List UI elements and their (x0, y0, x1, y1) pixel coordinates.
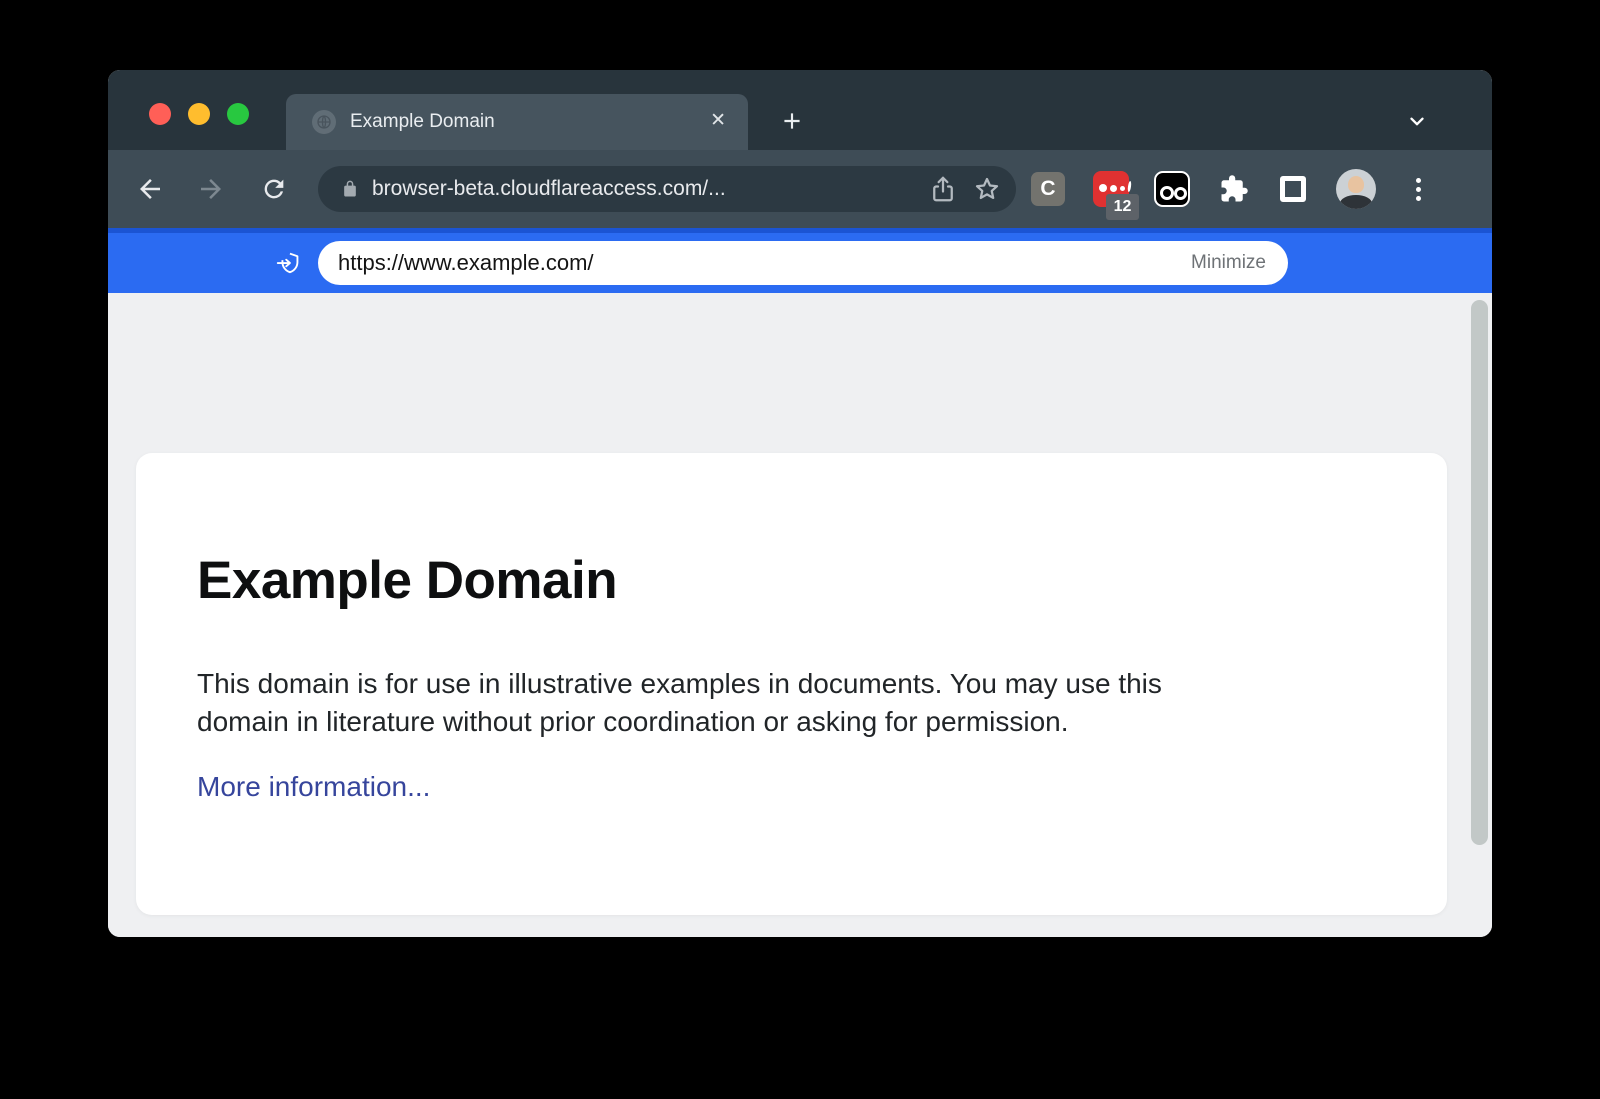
browser-window: Example Domain ✕ browser-be (108, 70, 1492, 937)
page-title: Example Domain (197, 550, 617, 611)
address-bar-url[interactable]: browser-beta.cloudflareaccess.com/... (372, 166, 726, 212)
tab-example-domain[interactable]: Example Domain ✕ (286, 94, 748, 150)
tab-close-icon[interactable]: ✕ (710, 94, 726, 150)
window-close-button[interactable] (149, 103, 171, 125)
lock-icon (340, 179, 360, 199)
reload-icon (260, 175, 288, 203)
extension-c-letter: C (1040, 177, 1055, 201)
address-bar[interactable]: browser-beta.cloudflareaccess.com/... (318, 166, 1016, 212)
paragraph-line-1: This domain is for use in illustrative e… (197, 665, 1162, 703)
tab-strip: Example Domain ✕ (108, 70, 1492, 150)
content-card: Example Domain This domain is for use in… (136, 453, 1447, 915)
more-information-link[interactable]: More information... (197, 771, 430, 803)
isolation-url-value[interactable]: https://www.example.com/ (338, 241, 594, 285)
reload-button[interactable] (254, 169, 294, 209)
browser-toolbar: browser-beta.cloudflareaccess.com/... C … (108, 150, 1492, 228)
minimize-button[interactable]: Minimize (1191, 241, 1266, 285)
window-zoom-button[interactable] (227, 103, 249, 125)
extensions-puzzle-icon[interactable] (1219, 174, 1249, 204)
new-tab-button[interactable] (776, 105, 808, 137)
page-paragraph: This domain is for use in illustrative e… (197, 665, 1162, 741)
isolation-url-input[interactable]: https://www.example.com/ Minimize (318, 241, 1288, 285)
page-viewport: Example Domain This domain is for use in… (108, 293, 1492, 937)
browser-menu-button[interactable] (1398, 169, 1438, 209)
paragraph-line-2: domain in literature without prior coord… (197, 703, 1162, 741)
bookmark-star-icon[interactable] (972, 174, 1002, 204)
isolation-url-bar: https://www.example.com/ Minimize (108, 228, 1492, 293)
shield-arrow-icon (274, 248, 304, 278)
extension-red-dots-icon[interactable]: 12 (1093, 171, 1129, 207)
back-button[interactable] (130, 169, 170, 209)
globe-favicon-icon (312, 110, 336, 134)
share-icon[interactable] (928, 174, 958, 204)
tab-search-button[interactable] (1401, 105, 1433, 137)
profile-avatar[interactable] (1336, 169, 1376, 209)
chevron-down-icon (1406, 110, 1428, 132)
forward-button[interactable] (191, 169, 231, 209)
window-minimize-button[interactable] (188, 103, 210, 125)
extension-circles-icon[interactable] (1154, 171, 1190, 207)
back-arrow-icon (135, 174, 165, 204)
extension-frame-icon[interactable] (1280, 176, 1306, 202)
desktop-background: Example Domain ✕ browser-be (0, 0, 1600, 1099)
forward-arrow-icon (196, 174, 226, 204)
extension-badge-count: 12 (1106, 194, 1139, 220)
vertical-scrollbar-thumb[interactable] (1471, 300, 1488, 845)
extension-c-icon[interactable]: C (1031, 172, 1065, 206)
plus-icon (779, 108, 805, 134)
tab-title: Example Domain (350, 94, 495, 150)
